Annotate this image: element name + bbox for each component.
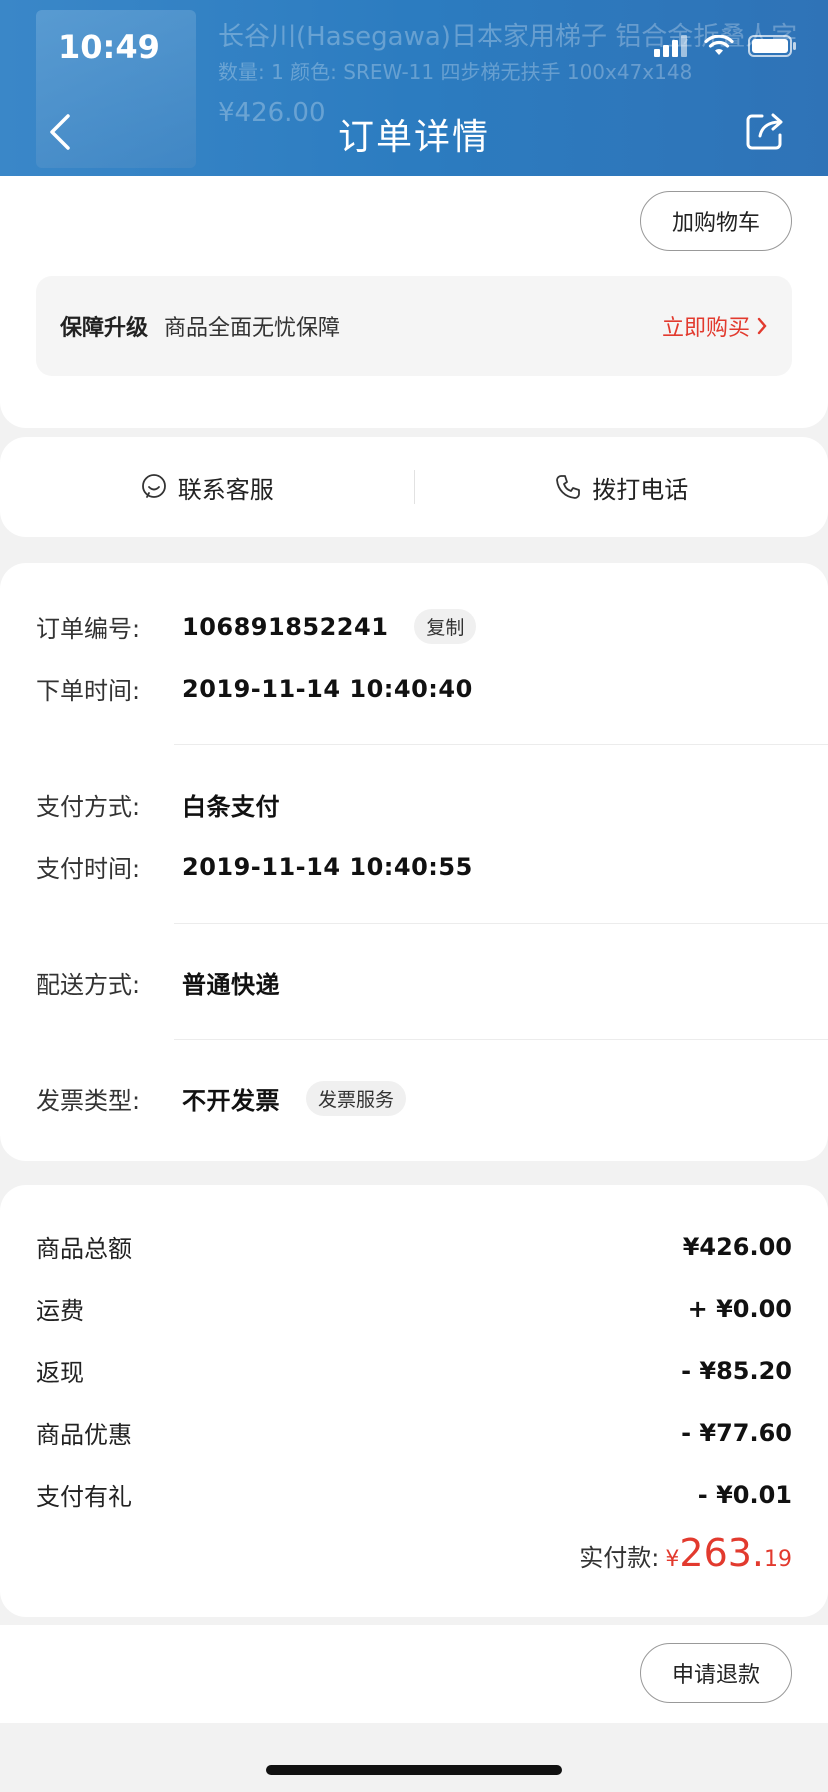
contact-service-label: 联系客服 (177, 475, 274, 504)
delivery-value: 普通快递 (182, 971, 280, 999)
page-title: 订单详情 (337, 117, 490, 158)
invoice-value: 不开发票 (182, 1087, 280, 1115)
buy-now-link[interactable]: 立即购买 (662, 310, 768, 342)
contact-bar: 联系客服 拨打电话 (0, 437, 828, 537)
pay-time-value: 2019-11-14 10:40:55 (182, 852, 473, 881)
actual-paid-currency: ¥ (665, 1547, 680, 1572)
summary-label: 支付有礼 (36, 1483, 132, 1511)
summary-label: 运费 (36, 1297, 84, 1325)
share-icon[interactable] (742, 108, 788, 154)
actual-paid-decimal: 19 (764, 1547, 792, 1572)
wifi-icon (704, 35, 734, 55)
payment-summary-card: 商品总额 ¥426.00 运费 + ¥0.00 返现 - ¥85.20 商品优惠… (0, 1185, 828, 1617)
summary-value: ¥426.00 (682, 1232, 792, 1261)
summary-value: - ¥77.60 (681, 1418, 792, 1447)
guarantee-text: 商品全面无忧保障 (164, 316, 341, 341)
home-indicator[interactable] (266, 1765, 562, 1775)
summary-label: 商品总额 (36, 1235, 132, 1263)
pay-method-row: 支付方式: 白条支付 (36, 787, 280, 822)
guarantee-label: 保障升级 (60, 316, 149, 341)
apply-refund-button[interactable]: 申请退款 (640, 1643, 792, 1703)
cellular-signal-icon (654, 35, 687, 57)
actual-paid-integer: 263. (679, 1531, 764, 1575)
call-phone-button[interactable]: 拨打电话 (415, 470, 828, 505)
delivery-label: 配送方式: (36, 971, 141, 999)
summary-value: - ¥0.01 (697, 1480, 792, 1509)
invoice-label: 发票类型: (36, 1087, 141, 1115)
summary-row: 支付有礼 - ¥0.01 (36, 1477, 792, 1512)
section-divider (174, 923, 828, 924)
product-card: 加购物车 保障升级 商品全面无忧保障 立即购买 (0, 176, 828, 428)
add-to-cart-button[interactable]: 加购物车 (640, 191, 792, 251)
copy-button[interactable]: 复制 (414, 609, 477, 644)
pay-time-row: 支付时间: 2019-11-14 10:40:55 (36, 849, 473, 884)
guarantee-upgrade-banner[interactable]: 保障升级 商品全面无忧保障 立即购买 (36, 276, 792, 376)
summary-label: 商品优惠 (36, 1421, 132, 1449)
pay-method-label: 支付方式: (36, 793, 141, 821)
nav-header: 长谷川(Hasegawa)日本家用梯子 铝合金折叠人字 数量: 1 颜色: SR… (0, 0, 828, 176)
summary-value: - ¥85.20 (681, 1356, 792, 1385)
summary-row: 返现 - ¥85.20 (36, 1353, 792, 1388)
contact-service-button[interactable]: 联系客服 (0, 470, 414, 505)
chat-bubble-icon (141, 474, 166, 498)
section-divider (174, 1039, 828, 1040)
summary-row: 商品总额 ¥426.00 (36, 1229, 792, 1264)
order-number-value: 106891852241 (182, 612, 389, 641)
summary-label: 返现 (36, 1359, 84, 1387)
summary-row: 商品优惠 - ¥77.60 (36, 1415, 792, 1450)
status-icons (654, 34, 798, 58)
summary-value: + ¥0.00 (687, 1294, 792, 1323)
bottom-action-bar: 申请退款 (0, 1625, 828, 1723)
order-number-label: 订单编号: (36, 615, 141, 643)
order-time-value: 2019-11-14 10:40:40 (182, 674, 473, 703)
actual-paid: 实付款: ¥ 263. 19 (579, 1531, 792, 1575)
ghost-product-spec: 数量: 1 颜色: SREW-11 四步梯无扶手 100x47x148 (218, 60, 693, 84)
actual-paid-label: 实付款: (579, 1544, 660, 1572)
order-time-row: 下单时间: 2019-11-14 10:40:40 (36, 671, 473, 706)
order-time-label: 下单时间: (36, 677, 141, 705)
invoice-service-button[interactable]: 发票服务 (306, 1081, 407, 1116)
order-number-row: 订单编号: 106891852241 复制 (36, 609, 477, 644)
order-info-card: 订单编号: 106891852241 复制 下单时间: 2019-11-14 1… (0, 563, 828, 1161)
section-divider (174, 744, 828, 745)
buy-now-label: 立即购买 (661, 316, 750, 341)
summary-row: 运费 + ¥0.00 (36, 1291, 792, 1326)
invoice-row: 发票类型: 不开发票 发票服务 (36, 1081, 407, 1116)
delivery-row: 配送方式: 普通快递 (36, 965, 280, 1000)
pay-time-label: 支付时间: (36, 855, 141, 883)
status-time: 10:49 (58, 28, 160, 66)
call-phone-label: 拨打电话 (592, 475, 689, 504)
pay-method-value: 白条支付 (182, 793, 280, 821)
phone-icon (556, 475, 581, 499)
chevron-right-icon (757, 317, 767, 335)
battery-icon (748, 35, 796, 57)
